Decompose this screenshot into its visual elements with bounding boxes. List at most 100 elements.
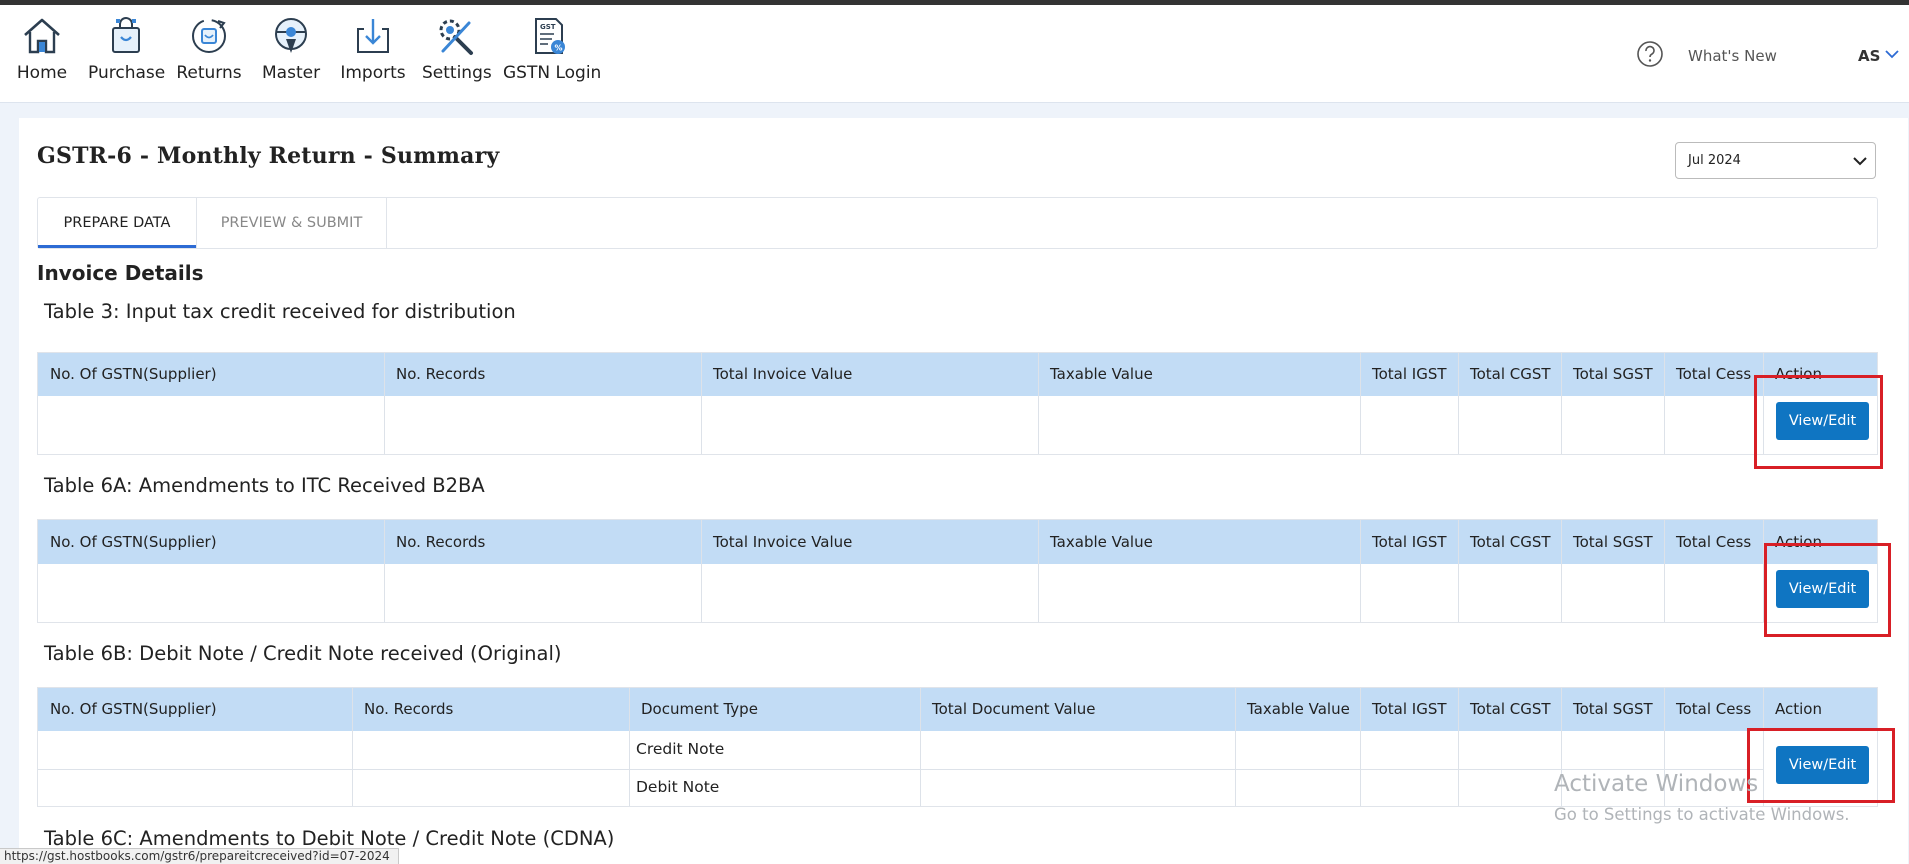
- table6a: No. Of GSTN(Supplier) No. Records Total …: [37, 519, 1878, 623]
- table6a-view-edit-button[interactable]: View/Edit: [1776, 570, 1869, 608]
- tools-icon: [439, 19, 473, 55]
- col-header: Action: [1775, 700, 1822, 718]
- button-label: View/Edit: [1788, 581, 1857, 597]
- nav-purchase-label: Purchase: [88, 63, 166, 83]
- table6b-document-type: Debit Note: [636, 778, 720, 796]
- col-divider: [701, 520, 702, 622]
- nav-settings[interactable]: Settings: [422, 15, 492, 83]
- table6b-title: Table 6B: Debit Note / Credit Note recei…: [44, 642, 562, 665]
- col-header: Total Cess: [1676, 533, 1752, 551]
- col-divider: [384, 353, 385, 454]
- col-header: Document Type: [641, 700, 758, 718]
- nav-home[interactable]: Home: [16, 15, 68, 83]
- gst-document-icon: GST %: [535, 18, 565, 54]
- page-title: GSTR-6 - Monthly Return - Summary: [37, 143, 500, 169]
- col-divider: [1360, 520, 1361, 622]
- col-divider: [1038, 353, 1039, 454]
- col-header: Total CGST: [1470, 533, 1551, 551]
- status-bar-url: https://gst.hostbooks.com/gstr6/preparei…: [0, 848, 399, 864]
- button-label: View/Edit: [1788, 757, 1857, 773]
- col-header: Total Invoice Value: [713, 365, 853, 383]
- table3: No. Of GSTN(Supplier) No. Records Total …: [37, 352, 1878, 455]
- col-header: Total Invoice Value: [713, 533, 853, 551]
- whats-new-link[interactable]: What's New: [1688, 47, 1777, 65]
- col-header: Total Cess: [1676, 365, 1752, 383]
- col-divider: [1561, 520, 1562, 622]
- section-heading: Invoice Details: [37, 261, 204, 285]
- download-tray-icon: [357, 19, 389, 53]
- nav-gstn-login[interactable]: GST % GSTN Login: [503, 15, 602, 83]
- activation-watermark-title: Activate Windows: [1554, 771, 1759, 797]
- svg-text:%: %: [555, 44, 563, 53]
- nav-settings-label: Settings: [422, 63, 492, 83]
- col-header: Taxable Value: [1050, 533, 1153, 551]
- table3-title: Table 3: Input tax credit received for d…: [44, 300, 516, 323]
- col-header: Total CGST: [1470, 700, 1551, 718]
- user-avatar[interactable]: AS: [1858, 47, 1880, 65]
- tab-prepare-data[interactable]: PREPARE DATA: [38, 198, 196, 248]
- col-divider: [629, 688, 630, 806]
- col-header: Taxable Value: [1050, 365, 1153, 383]
- nav-master[interactable]: Master: [262, 15, 320, 83]
- col-divider: [1235, 688, 1236, 806]
- col-divider: [1458, 520, 1459, 622]
- col-divider: [384, 520, 385, 622]
- month-select[interactable]: Jul 2024: [1675, 142, 1876, 179]
- master-icon: [275, 18, 307, 53]
- col-divider: [701, 353, 702, 454]
- nav-gstn-login-label: GSTN Login: [503, 63, 602, 83]
- col-header: Total IGST: [1372, 700, 1447, 718]
- col-divider: [352, 688, 353, 806]
- top-navbar: Home Purchase Returns Master Imports Set…: [0, 5, 1909, 103]
- month-select-value: Jul 2024: [1688, 153, 1741, 168]
- col-header: Taxable Value: [1247, 700, 1350, 718]
- tab-divider: [386, 198, 387, 248]
- table3-header: No. Of GSTN(Supplier) No. Records Total …: [38, 353, 1877, 396]
- col-header: Total SGST: [1573, 700, 1653, 718]
- svg-text:GST: GST: [540, 23, 556, 31]
- col-header: Total CGST: [1470, 365, 1551, 383]
- nav-imports[interactable]: Imports: [340, 15, 406, 83]
- col-header: No. Records: [364, 700, 454, 718]
- home-icon: [24, 18, 60, 54]
- nav-purchase[interactable]: Purchase: [88, 15, 166, 83]
- col-header: Total SGST: [1573, 365, 1653, 383]
- col-divider: [1038, 520, 1039, 622]
- nav-returns[interactable]: Returns: [176, 15, 242, 83]
- col-header: Total SGST: [1573, 533, 1653, 551]
- table3-view-edit-button[interactable]: View/Edit: [1776, 402, 1869, 440]
- nav-imports-label: Imports: [340, 63, 406, 83]
- table6a-title: Table 6A: Amendments to ITC Received B2B…: [44, 474, 485, 497]
- tab-bar: PREPARE DATA PREVIEW & SUBMIT: [37, 197, 1878, 249]
- table6b-document-type: Credit Note: [636, 740, 725, 758]
- chevron-down-icon[interactable]: [1885, 49, 1899, 59]
- col-divider: [1360, 688, 1361, 806]
- row-divider: [38, 769, 1763, 770]
- tab-preview-submit[interactable]: PREVIEW & SUBMIT: [197, 198, 386, 248]
- col-header: Total IGST: [1372, 533, 1447, 551]
- col-header: Total IGST: [1372, 365, 1447, 383]
- col-divider: [1561, 353, 1562, 454]
- col-divider: [1458, 353, 1459, 454]
- table6a-header: No. Of GSTN(Supplier) No. Records Total …: [38, 520, 1877, 564]
- col-divider: [1360, 353, 1361, 454]
- col-header: No. Of GSTN(Supplier): [50, 533, 217, 551]
- col-divider: [1664, 520, 1665, 622]
- activation-watermark-subtitle: Go to Settings to activate Windows.: [1554, 805, 1850, 824]
- col-divider: [1664, 353, 1665, 454]
- chevron-down-icon: [1853, 157, 1867, 166]
- col-header: No. Of GSTN(Supplier): [50, 700, 217, 718]
- col-header: No. Records: [396, 533, 486, 551]
- table6b-header: No. Of GSTN(Supplier) No. Records Docume…: [38, 688, 1877, 731]
- col-header: Total Document Value: [932, 700, 1096, 718]
- table6c-title: Table 6C: Amendments to Debit Note / Cre…: [44, 827, 615, 850]
- returns-icon: [192, 19, 226, 53]
- help-icon[interactable]: [1636, 40, 1664, 68]
- button-label: View/Edit: [1788, 413, 1857, 429]
- shopping-bag-icon: [112, 17, 140, 53]
- table6b-view-edit-button[interactable]: View/Edit: [1776, 746, 1869, 784]
- col-header: No. Of GSTN(Supplier): [50, 365, 217, 383]
- col-header: No. Records: [396, 365, 486, 383]
- nav-home-label: Home: [16, 63, 68, 83]
- nav-master-label: Master: [262, 63, 321, 83]
